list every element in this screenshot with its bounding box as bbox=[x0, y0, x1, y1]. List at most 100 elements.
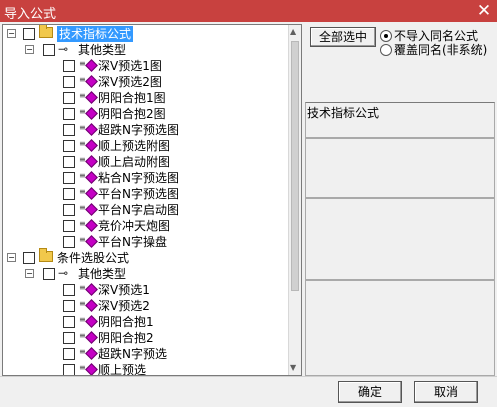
item-checkbox[interactable] bbox=[63, 124, 75, 136]
tree-item-row[interactable]: ≡ 超跌N字预选 bbox=[3, 346, 283, 362]
type-checkbox[interactable] bbox=[43, 268, 55, 280]
type-label: 其他类型 bbox=[78, 267, 127, 281]
item-checkbox[interactable] bbox=[63, 348, 75, 360]
expand-toggle[interactable]: − bbox=[7, 253, 16, 262]
formula-diamond-icon bbox=[85, 187, 98, 200]
item-checkbox[interactable] bbox=[63, 332, 75, 344]
item-label: 平台N字预选图 bbox=[98, 187, 179, 201]
tree-item-row[interactable]: ≡ 阴阳合抱1图 bbox=[3, 90, 283, 106]
select-all-button[interactable]: 全部选中 bbox=[310, 27, 376, 47]
item-checkbox[interactable] bbox=[63, 92, 75, 104]
tree-item-row[interactable]: ≡ 深V预选1图 bbox=[3, 58, 283, 74]
function-icon: ≡ bbox=[79, 139, 86, 148]
function-icon: ≡ bbox=[79, 347, 86, 356]
item-checkbox[interactable] bbox=[63, 188, 75, 200]
no-import-same-name-radio[interactable] bbox=[380, 30, 392, 42]
ok-button[interactable]: 确定 bbox=[338, 381, 402, 403]
tree-item-row[interactable]: ≡ 深V预选2 bbox=[3, 298, 283, 314]
item-label: 顺上预选附图 bbox=[98, 139, 171, 153]
tree-item-row[interactable]: ≡ 阴阳合抱2 bbox=[3, 330, 283, 346]
item-checkbox[interactable] bbox=[63, 140, 75, 152]
function-icon: ≡ bbox=[79, 187, 86, 196]
function-icon: ≡ bbox=[79, 59, 86, 68]
item-checkbox[interactable] bbox=[63, 76, 75, 88]
item-label: 深V预选1 bbox=[98, 283, 150, 297]
expand-toggle[interactable]: − bbox=[7, 29, 16, 38]
formula-info-panel: 技术指标公式 bbox=[305, 102, 495, 138]
item-checkbox[interactable] bbox=[63, 364, 75, 375]
tree-item-row[interactable]: ≡ 粘合N字预选图 bbox=[3, 170, 283, 186]
cancel-button[interactable]: 取消 bbox=[414, 381, 478, 403]
group-checkbox[interactable] bbox=[23, 28, 35, 40]
tree-scrollbar[interactable]: ▲ ▼ bbox=[288, 25, 301, 375]
function-icon: ≡ bbox=[79, 315, 86, 324]
formula-diamond-icon bbox=[85, 59, 98, 72]
formula-diamond-icon bbox=[85, 235, 98, 248]
window-title: 导入公式 bbox=[4, 7, 57, 22]
tree-type-row[interactable]: − ⊸ 其他类型 bbox=[3, 42, 283, 58]
item-label: 顺上启动附图 bbox=[98, 155, 171, 169]
scrollbar-thumb[interactable] bbox=[291, 41, 299, 291]
function-icon: ≡ bbox=[79, 75, 86, 84]
formula-diamond-icon bbox=[85, 75, 98, 88]
expand-toggle[interactable]: − bbox=[25, 45, 34, 54]
formula-info-text: 技术指标公式 bbox=[307, 106, 380, 120]
tree-item-row[interactable]: ≡ 顺上预选 bbox=[3, 362, 283, 376]
tree-item-row[interactable]: ≡ 超跌N字预选图 bbox=[3, 122, 283, 138]
tree-item-row[interactable]: ≡ 平台N字预选图 bbox=[3, 186, 283, 202]
tree-item-row[interactable]: ≡ 顺上预选附图 bbox=[3, 138, 283, 154]
function-icon: ≡ bbox=[79, 331, 86, 340]
scroll-down-arrow-icon[interactable]: ▼ bbox=[290, 363, 296, 372]
group-checkbox[interactable] bbox=[23, 252, 35, 264]
formula-notes-panel bbox=[305, 280, 495, 376]
group-label[interactable]: 技术指标公式 bbox=[57, 26, 134, 42]
item-checkbox[interactable] bbox=[63, 220, 75, 232]
item-label: 阴阳合抱2图 bbox=[98, 107, 166, 121]
function-icon: ≡ bbox=[79, 235, 86, 244]
item-checkbox[interactable] bbox=[63, 60, 75, 72]
item-label: 平台N字操盘 bbox=[98, 235, 167, 249]
formula-diamond-icon bbox=[85, 91, 98, 104]
item-checkbox[interactable] bbox=[63, 284, 75, 296]
tree-group-row[interactable]: − 技术指标公式 bbox=[3, 25, 283, 42]
tree-item-row[interactable]: ≡ 竞价冲天炮图 bbox=[3, 218, 283, 234]
tree-item-row[interactable]: ≡ 阴阳合抱1 bbox=[3, 314, 283, 330]
item-checkbox[interactable] bbox=[63, 172, 75, 184]
item-checkbox[interactable] bbox=[63, 300, 75, 312]
formula-diamond-icon bbox=[85, 283, 98, 296]
type-checkbox[interactable] bbox=[43, 44, 55, 56]
tree-group-row[interactable]: − 条件选股公式 bbox=[3, 248, 283, 266]
formula-diamond-icon bbox=[85, 363, 98, 375]
formula-diamond-icon bbox=[85, 315, 98, 328]
scroll-up-arrow-icon[interactable]: ▲ bbox=[290, 27, 296, 36]
formula-tree[interactable]: − 技术指标公式 − ⊸ 其他类型 ≡ 深V预选1图 ≡ 深V预选2图 ≡ 阴阳合抱1图 ≡ 阴阳合抱2… bbox=[2, 24, 302, 376]
tree-item-row[interactable]: ≡ 平台N字启动图 bbox=[3, 202, 283, 218]
footer-separator bbox=[0, 376, 497, 377]
tree-type-row[interactable]: − ⊸ 其他类型 bbox=[3, 266, 283, 282]
formula-diamond-icon bbox=[85, 347, 98, 360]
function-icon: ≡ bbox=[79, 123, 86, 132]
tree-item-row[interactable]: ≡ 顺上启动附图 bbox=[3, 154, 283, 170]
item-checkbox[interactable] bbox=[63, 204, 75, 216]
function-icon: ≡ bbox=[79, 203, 86, 212]
formula-diamond-icon bbox=[85, 155, 98, 168]
expand-toggle[interactable]: − bbox=[25, 269, 34, 278]
type-label: 其他类型 bbox=[78, 43, 127, 57]
item-checkbox[interactable] bbox=[63, 316, 75, 328]
tree-item-row[interactable]: ≡ 阴阳合抱2图 bbox=[3, 106, 283, 122]
function-icon: ≡ bbox=[79, 107, 86, 116]
formula-diamond-icon bbox=[85, 171, 98, 184]
tree-item-row[interactable]: ≡ 深V预选2图 bbox=[3, 74, 283, 90]
item-label: 深V预选1图 bbox=[98, 59, 162, 73]
item-checkbox[interactable] bbox=[63, 156, 75, 168]
function-icon: ≡ bbox=[79, 283, 86, 292]
tree-item-row[interactable]: ≡ 深V预选1 bbox=[3, 282, 283, 298]
title-bar: 导入公式 ✕ bbox=[0, 0, 497, 22]
overwrite-same-name-radio[interactable] bbox=[380, 44, 392, 56]
item-checkbox[interactable] bbox=[63, 236, 75, 248]
key-icon: ⊸ bbox=[58, 266, 69, 280]
group-label[interactable]: 条件选股公式 bbox=[57, 250, 129, 266]
item-checkbox[interactable] bbox=[63, 108, 75, 120]
item-label: 顺上预选 bbox=[98, 363, 147, 376]
close-button[interactable]: ✕ bbox=[471, 0, 497, 22]
